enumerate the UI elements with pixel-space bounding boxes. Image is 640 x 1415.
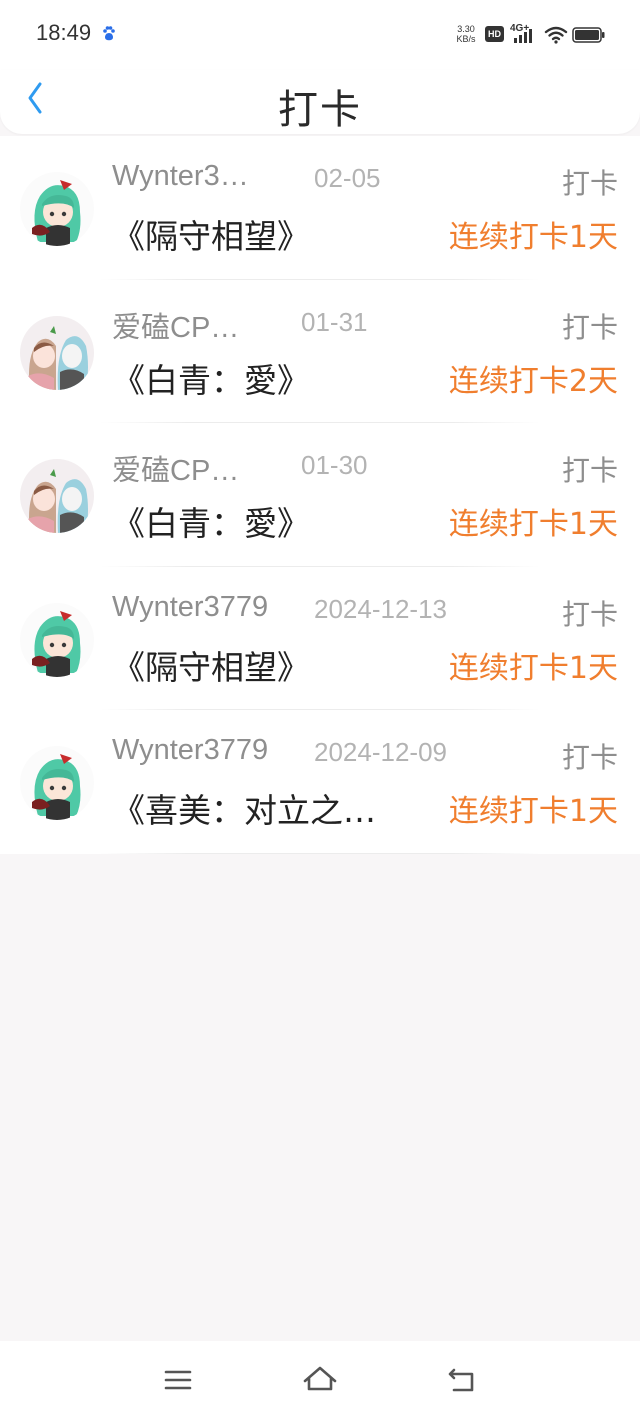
system-nav-bar <box>0 1341 640 1415</box>
avatar[interactable] <box>20 602 94 677</box>
baidu-paw-icon <box>103 26 115 41</box>
net-speed-unit: KB/s <box>456 34 476 44</box>
checkin-date: 01-30 <box>301 450 368 480</box>
checkin-tag: 打卡 <box>561 597 618 631</box>
back-icon[interactable] <box>442 1360 482 1400</box>
streak-label: 连续打卡1天 <box>448 220 618 255</box>
streak-label: 连续打卡2天 <box>448 363 618 399</box>
couple-avatar-icon <box>20 459 94 533</box>
wifi-icon <box>544 26 568 44</box>
couple-avatar-icon <box>20 315 94 390</box>
user-name: Wynter3779 <box>112 590 269 623</box>
list-item[interactable]: 爱磕CP… 01-31 打卡 《白青：愛》 连续打卡2天 <box>0 280 640 423</box>
green-hair-avatar-icon <box>20 172 94 246</box>
menu-icon[interactable] <box>158 1360 198 1400</box>
avatar[interactable] <box>20 459 94 533</box>
streak-label: 连续打卡1天 <box>448 794 618 829</box>
user-name: 爱磕CP… <box>112 311 240 344</box>
checkin-list: Wynter3779 02-05 打卡 《隔守相望》 连续打卡1天 爱磕CP… … <box>0 136 640 854</box>
work-title: 《隔守相望》 <box>112 647 310 687</box>
status-bar: 18:49 3.30 KB/s HD 4G+ <box>0 0 640 70</box>
streak-label: 连续打卡1天 <box>448 650 618 686</box>
green-hair-avatar-icon <box>20 746 94 820</box>
checkin-date: 02-05 <box>314 163 381 193</box>
checkin-tag: 打卡 <box>561 741 618 774</box>
avatar[interactable] <box>20 746 94 820</box>
home-icon[interactable] <box>300 1360 340 1400</box>
checkin-date: 2024-12-13 <box>314 593 447 624</box>
checkin-tag: 打卡 <box>561 454 618 487</box>
page-title: 打卡 <box>278 87 362 133</box>
list-item[interactable]: 爱磕CP… 01-30 打卡 《白青：愛》 连续打卡1天 <box>0 423 640 567</box>
work-title: 《喜美：对立之… <box>112 791 376 830</box>
green-hair-avatar-icon <box>20 602 94 677</box>
list-item[interactable]: Wynter3779 2024-12-13 打卡 《隔守相望》 连续打卡1天 <box>0 567 640 710</box>
top-nav-bar: 打卡 <box>0 70 640 134</box>
streak-label: 连续打卡1天 <box>448 507 618 542</box>
avatar[interactable] <box>20 315 94 390</box>
status-time: 18:49 <box>36 20 92 45</box>
work-title: 《白青：愛》 <box>112 504 310 543</box>
battery-icon <box>572 27 605 43</box>
list-item[interactable]: Wynter3779 2024-12-09 打卡 《喜美：对立之… 连续打卡1天 <box>0 710 640 854</box>
user-name: 爱磕CP… <box>112 455 240 487</box>
net-speed-indicator: 3.30 KB/s <box>452 24 480 44</box>
checkin-tag: 打卡 <box>561 167 618 200</box>
list-item[interactable]: Wynter3779 02-05 打卡 《隔守相望》 连续打卡1天 <box>0 136 640 280</box>
checkin-date: 2024-12-09 <box>314 737 447 767</box>
avatar[interactable] <box>20 172 94 246</box>
hd-icon: HD <box>485 26 504 42</box>
net-speed-value: 3.30 <box>457 24 475 34</box>
work-title: 《隔守相望》 <box>112 217 310 256</box>
checkin-date: 01-31 <box>301 306 368 337</box>
checkin-tag: 打卡 <box>561 310 618 344</box>
user-name: Wynter3779 <box>112 734 269 766</box>
divider <box>100 852 540 854</box>
user-name: Wynter3779 <box>112 160 262 192</box>
work-title: 《白青：愛》 <box>112 360 310 400</box>
